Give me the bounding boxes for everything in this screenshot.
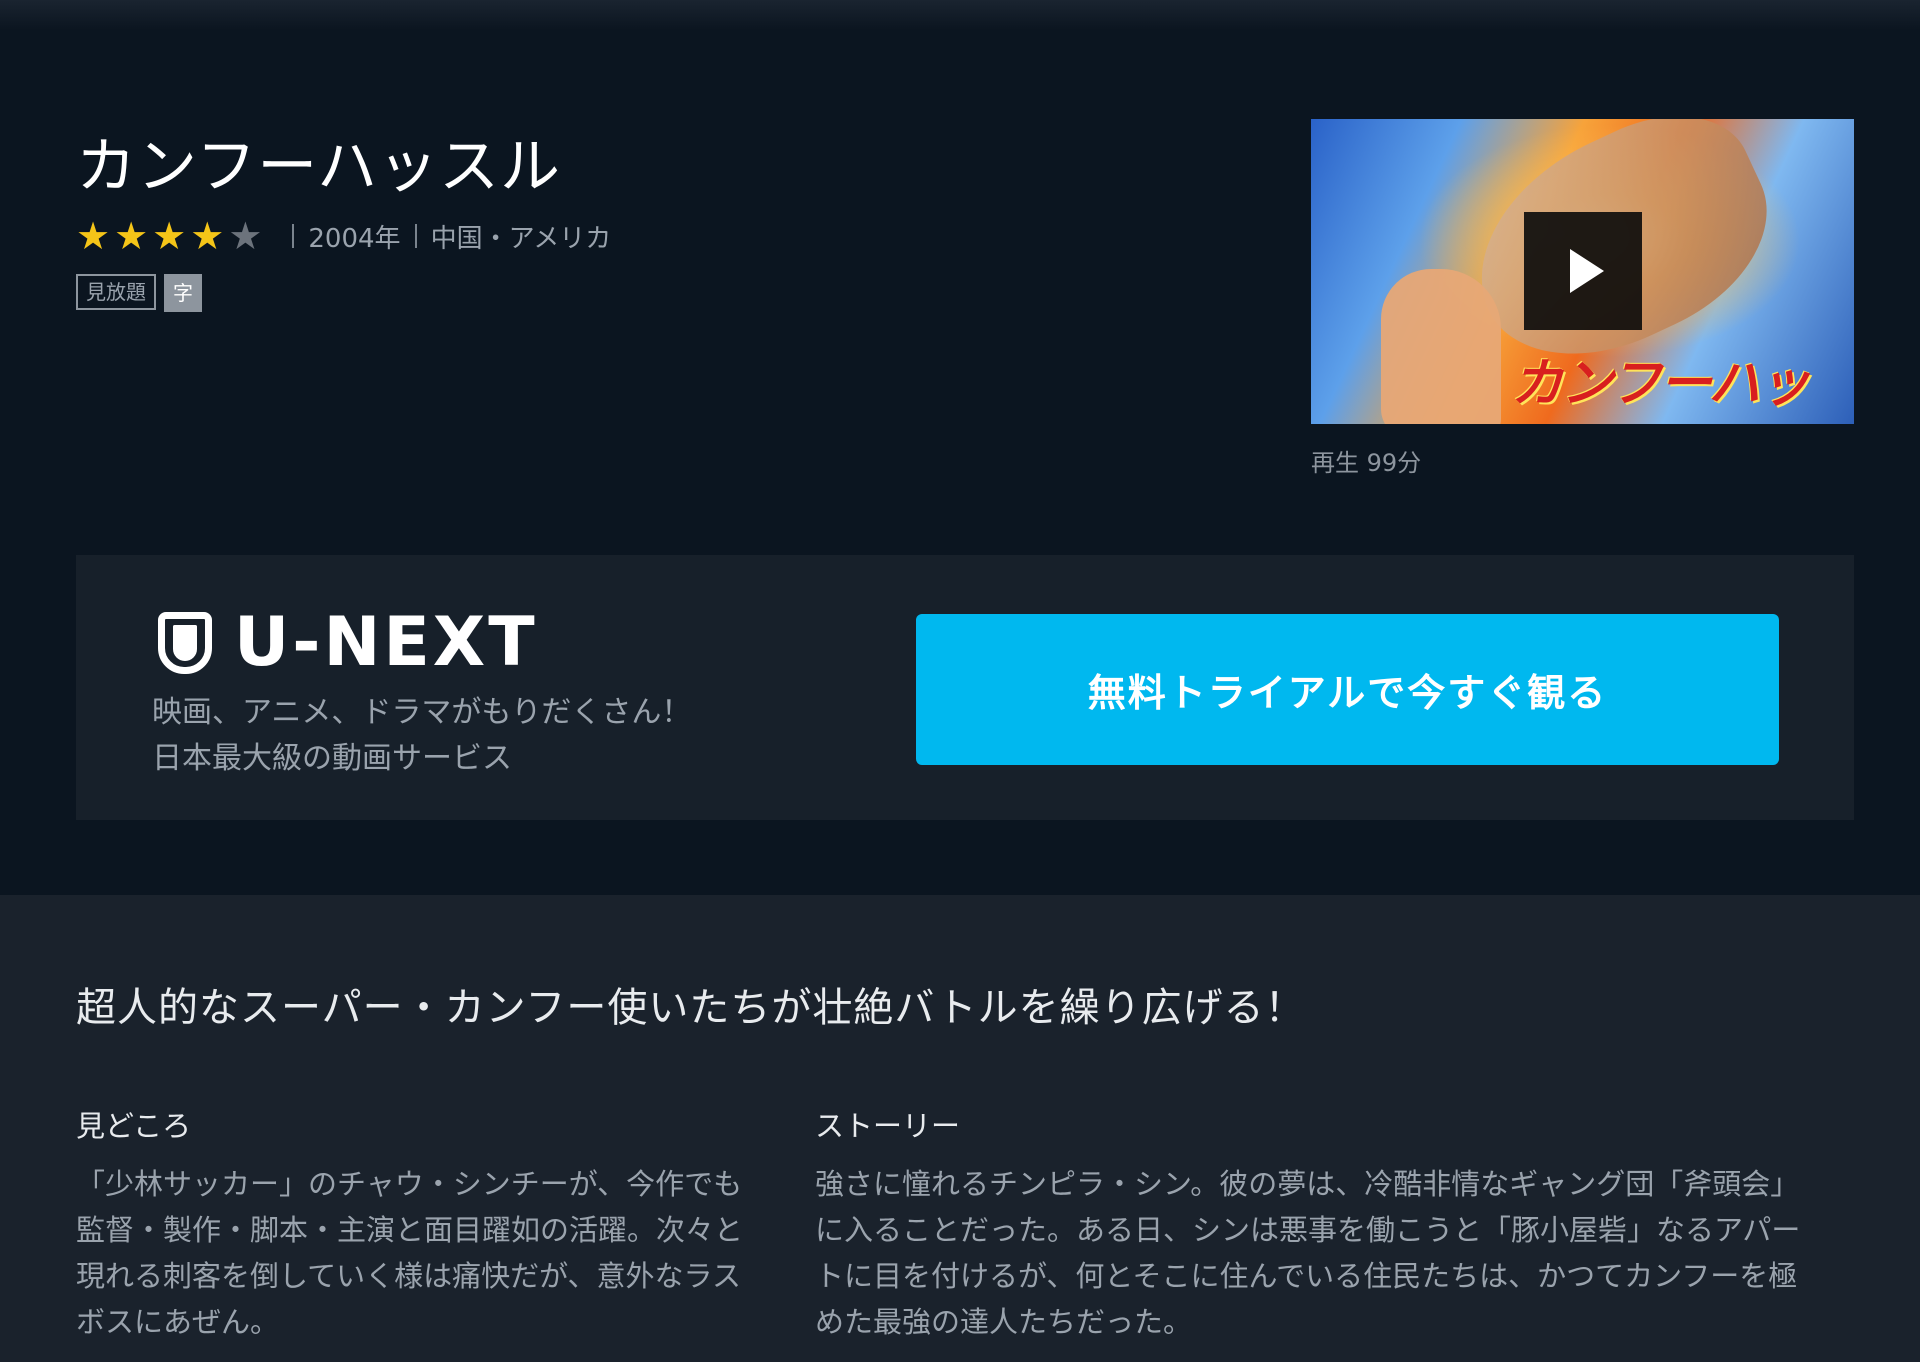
thumbnail-hand bbox=[1381, 269, 1501, 424]
brand-name: U-NEXT bbox=[234, 603, 538, 682]
plan-badge: 見放題 bbox=[76, 274, 156, 310]
highlights-line: ボスにあぜん。 bbox=[76, 1305, 280, 1339]
details-section: 超人的なスーパー・カンフー使いたちが壮絶バトルを繰り広げる！ 見どころ 「少林サ… bbox=[0, 895, 1920, 1362]
subtitle-badge: 字 bbox=[164, 274, 202, 312]
highlights-body: 「少林サッカー」のチャウ・シンチーが、今作でも 監督・製作・脚本・主演と面目躍如… bbox=[76, 1161, 743, 1345]
badges: 見放題 字 bbox=[76, 274, 202, 312]
promo-line: 日本最大級の動画サービス bbox=[152, 741, 512, 776]
rating-stars: ★ ★ ★ ★ ★ bbox=[76, 217, 262, 255]
star-icon: ★ bbox=[228, 214, 263, 258]
free-trial-button[interactable]: 無料トライアルで今すぐ観る bbox=[916, 614, 1779, 765]
promo-description: 映画、アニメ、ドラマがもりだくさん！ 日本最大級の動画サービス bbox=[152, 690, 691, 782]
top-fade bbox=[0, 0, 1920, 30]
country: 中国・アメリカ bbox=[430, 223, 612, 254]
tagline: 超人的なスーパー・カンフー使いたちが壮絶バトルを繰り広げる！ bbox=[76, 985, 1306, 1031]
story-line: めた最強の達人たちだった。 bbox=[815, 1305, 1193, 1339]
highlights-line: 監督・製作・脚本・主演と面目躍如の活躍。次々と bbox=[76, 1213, 744, 1247]
promo-banner: U-NEXT 映画、アニメ、ドラマがもりだくさん！ 日本最大級の動画サービス 無… bbox=[76, 555, 1854, 820]
hero-section: カンフーハッスル ★ ★ ★ ★ ★ 2004年 中国・アメリカ 見放題 字 カ… bbox=[0, 0, 1920, 895]
star-icon: ★ bbox=[76, 214, 111, 258]
divider bbox=[292, 224, 295, 248]
story-heading: ストーリー bbox=[815, 1109, 961, 1143]
brand-logo: U-NEXT bbox=[158, 603, 538, 682]
page-title: カンフーハッスル bbox=[76, 132, 561, 202]
highlights-line: 「少林サッカー」のチャウ・シンチーが、今作でも bbox=[76, 1167, 743, 1201]
video-thumbnail[interactable]: カンフーハッスル bbox=[1311, 119, 1854, 424]
story-line: 強さに憧れるチンピラ・シン。彼の夢は、冷酷非情なギャング団「斧頭会」 bbox=[815, 1167, 1800, 1201]
promo-line: 映画、アニメ、ドラマがもりだくさん！ bbox=[152, 695, 692, 730]
play-button[interactable] bbox=[1524, 212, 1642, 330]
thumbnail-logo: カンフーハッスル bbox=[1511, 354, 1810, 414]
star-icon: ★ bbox=[190, 214, 225, 258]
release-year: 2004年 bbox=[308, 223, 401, 254]
star-icon: ★ bbox=[152, 214, 187, 258]
story-line: に入ることだった。ある日、シンは悪事を働こうと「豚小屋砦」なるアパー bbox=[815, 1213, 1801, 1247]
highlights-heading: 見どころ bbox=[76, 1109, 192, 1143]
star-icon: ★ bbox=[114, 214, 149, 258]
meta-row: ★ ★ ★ ★ ★ 2004年 中国・アメリカ bbox=[76, 216, 611, 256]
highlights-line: 現れる刺客を倒していく様は痛快だが、意外なラス bbox=[76, 1259, 741, 1293]
play-icon bbox=[1570, 249, 1604, 293]
divider bbox=[414, 224, 417, 248]
duration-label: 再生 99分 bbox=[1311, 449, 1422, 477]
unext-shield-icon bbox=[158, 611, 212, 674]
story-body: 強さに憧れるチンピラ・シン。彼の夢は、冷酷非情なギャング団「斧頭会」 に入ること… bbox=[815, 1161, 1800, 1345]
story-line: トに目を付けるが、何とそこに住んでいる住民たちは、かつてカンフーを極 bbox=[815, 1259, 1798, 1293]
